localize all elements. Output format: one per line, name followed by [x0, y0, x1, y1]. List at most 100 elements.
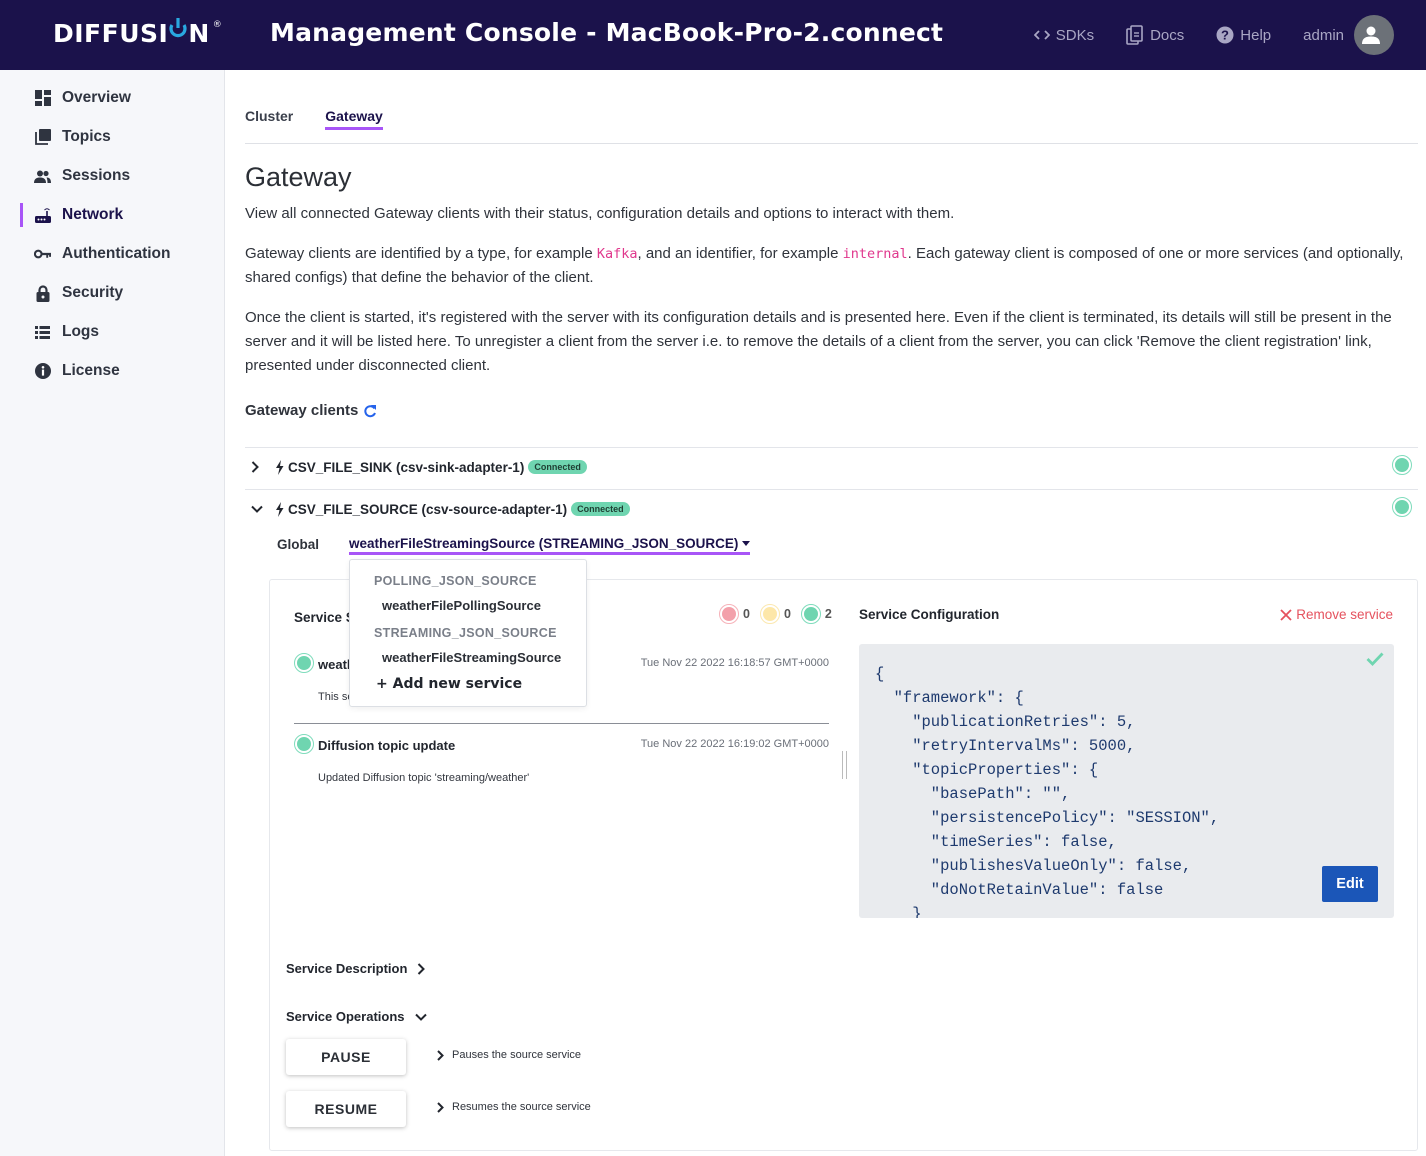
dropdown-group-label: POLLING_JSON_SOURCE [374, 574, 537, 588]
sidebar-item-label: Sessions [62, 167, 131, 184]
identity-text-2: , and an identifier, for example [637, 245, 843, 262]
chevron-right-icon [437, 1049, 444, 1061]
list-icon [34, 324, 51, 341]
warning-status-icon [759, 604, 780, 624]
lightning-icon [275, 501, 284, 517]
valid-check-icon [1366, 652, 1384, 666]
sidebar-item-sessions[interactable]: Sessions [0, 161, 224, 191]
edit-config-button[interactable]: Edit [1322, 866, 1378, 902]
document-icon [1126, 25, 1143, 45]
topics-icon [34, 129, 51, 146]
sidebar-item-network[interactable]: Network [0, 200, 224, 230]
sidebar-item-overview[interactable]: Overview [0, 83, 224, 113]
dropdown-group-label: STREAMING_JSON_SOURCE [374, 626, 557, 640]
sidebar-item-license[interactable]: License [0, 356, 224, 386]
service-description-toggle[interactable]: Service Description [286, 961, 426, 976]
sidebar-item-label: Topics [62, 128, 111, 145]
remove-service-label: Remove service [1296, 607, 1393, 622]
sidebar-item-topics[interactable]: Topics [0, 122, 224, 152]
avatar[interactable] [1354, 15, 1394, 55]
resume-button[interactable]: RESUME [286, 1091, 406, 1127]
sidebar-item-security[interactable]: Security [0, 278, 224, 308]
ok-status-icon [294, 734, 314, 754]
close-icon [1280, 608, 1292, 621]
chevron-down-icon [251, 505, 265, 513]
tabs-divider [245, 143, 1418, 144]
sidebar-item-label: Overview [62, 89, 131, 106]
event-divider [294, 723, 829, 724]
status-counters: 0 0 2 [719, 604, 842, 624]
service-operations-title: Service Operations [286, 1009, 405, 1024]
panel-resize-handle[interactable] [842, 751, 847, 779]
sidebar-item-authentication[interactable]: Authentication [0, 239, 224, 269]
help-label: Help [1240, 26, 1272, 44]
user-icon [1362, 26, 1380, 44]
tab-bar: Cluster Gateway [245, 108, 415, 130]
diffusion-logo[interactable]: DIFFUSI N ® [53, 18, 223, 48]
sidebar-item-label: Security [62, 284, 124, 301]
lock-icon [34, 284, 51, 302]
users-icon [34, 168, 51, 185]
configuration-editor[interactable]: { "framework": { "publicationRetries": 5… [859, 644, 1394, 918]
tab-gateway[interactable]: Gateway [325, 108, 383, 130]
client-row-csv-sink[interactable]: CSV_FILE_SINK (csv-sink-adapter-1) Conne… [251, 456, 587, 478]
code-example-identifier: internal [842, 246, 908, 262]
user-menu[interactable]: admin [1303, 15, 1394, 55]
error-count: 0 [743, 607, 750, 621]
sdks-link[interactable]: SDKs [1033, 26, 1095, 44]
warning-count: 0 [783, 607, 791, 621]
status-badge: Connected [571, 502, 630, 516]
refresh-icon[interactable] [363, 404, 377, 418]
help-icon: ? [1216, 26, 1234, 44]
logo-text-left: DIFFUSI [53, 19, 169, 48]
op-description-text: Pauses the source service [452, 1049, 582, 1061]
sidebar-item-logs[interactable]: Logs [0, 317, 224, 347]
pause-description[interactable]: Pauses the source service [437, 1049, 581, 1061]
help-link[interactable]: ? Help [1216, 26, 1271, 44]
ok-status-icon [800, 604, 821, 624]
chevron-right-icon [251, 461, 265, 473]
sdks-label: SDKs [1055, 26, 1095, 44]
key-icon [34, 246, 51, 263]
registered-mark: ® [212, 20, 223, 30]
sidebar-item-label: License [62, 362, 120, 379]
error-status-icon [719, 604, 739, 624]
add-new-service-button[interactable]: + Add new service [376, 676, 522, 692]
sidebar-item-label: Logs [62, 323, 100, 340]
gateway-clients-label: Gateway clients [245, 402, 359, 419]
remove-service-button[interactable]: Remove service [1280, 607, 1393, 622]
row-divider [245, 447, 1418, 448]
dropdown-item[interactable]: weatherFileStreamingSource [382, 650, 561, 665]
docs-link[interactable]: Docs [1126, 25, 1184, 45]
dropdown-item[interactable]: weatherFilePollingSource [382, 598, 541, 613]
caret-down-icon [742, 541, 751, 546]
pause-button[interactable]: PAUSE [286, 1039, 406, 1075]
sidebar-item-label: Authentication [62, 245, 171, 262]
chevron-right-icon [437, 1101, 444, 1113]
ok-status-icon [294, 653, 314, 673]
tab-cluster[interactable]: Cluster [245, 108, 293, 130]
svg-text:?: ? [1221, 28, 1229, 43]
selected-service: weatherFileStreamingSource (STREAMING_JS… [349, 536, 739, 551]
service-operations-toggle[interactable]: Service Operations [286, 1009, 427, 1024]
client-row-csv-source[interactable]: CSV_FILE_SOURCE (csv-source-adapter-1) C… [251, 498, 630, 520]
service-selector[interactable]: weatherFileStreamingSource (STREAMING_JS… [349, 536, 751, 555]
status-badge: Connected [528, 460, 587, 474]
service-dropdown-menu: POLLING_JSON_SOURCE weatherFilePollingSo… [349, 559, 587, 707]
connection-status-indicator [1392, 455, 1412, 475]
code-icon [1033, 30, 1050, 40]
event-time: Tue Nov 22 2022 16:18:57 GMT+0000 [640, 657, 829, 669]
gateway-clients-heading: Gateway clients [245, 402, 377, 419]
row-divider [245, 489, 1418, 490]
page-title: Gateway [245, 162, 352, 192]
identity-text: Gateway clients are identified by a type… [245, 242, 1410, 290]
resume-description[interactable]: Resumes the source service [437, 1101, 591, 1113]
power-icon [168, 18, 188, 45]
header-nav: SDKs Docs ? Help admin [1002, 14, 1394, 56]
op-description-text: Resumes the source service [452, 1101, 591, 1113]
dashboard-icon [34, 90, 51, 107]
username: admin [1303, 26, 1344, 44]
configuration-json: { "framework": { "publicationRetries": 5… [875, 665, 1220, 918]
ok-count: 2 [824, 607, 832, 621]
chevron-right-icon [418, 962, 426, 975]
